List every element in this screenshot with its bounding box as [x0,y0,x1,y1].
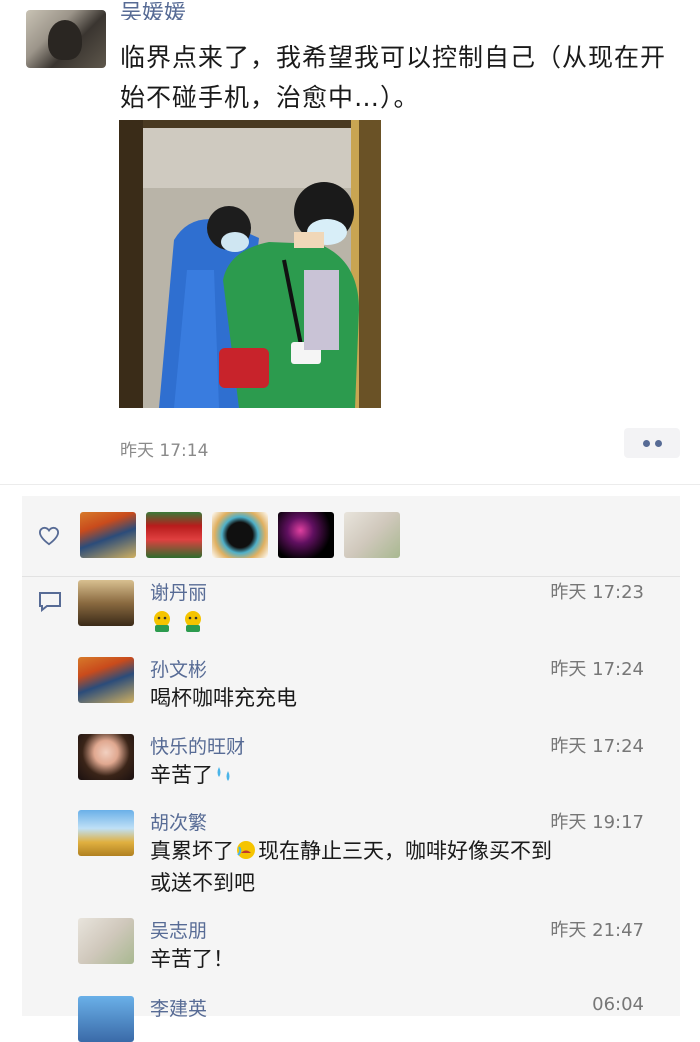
commenter-avatar[interactable] [78,657,134,703]
comment-icon [39,592,61,612]
grin-emoji-icon [154,611,170,632]
comment-author[interactable]: 谢丹丽 [150,578,207,605]
post-time: 昨天 17:14 [120,441,209,461]
commenter-avatar[interactable] [78,734,134,780]
comment-text: 喝杯咖啡充充电 [150,686,297,710]
likes-row [22,496,680,576]
liker-avatar[interactable] [212,512,268,558]
heart-icon [38,526,60,546]
comment-text-part: 现在静止三天，咖啡好像买不到 [258,839,552,863]
divider [0,484,700,485]
comment-text [150,606,670,638]
commenter-avatar[interactable] [78,810,134,856]
comment-text-body: 辛苦了 [150,763,213,787]
commenter-avatar[interactable] [78,918,134,964]
sweat-emoji-icon [217,767,230,781]
comment-time: 昨天 17:24 [550,736,644,757]
comment-time: 昨天 17:24 [550,659,644,680]
commenter-avatar[interactable] [78,996,134,1042]
comment-time: 昨天 17:23 [550,582,644,603]
post-text: 临界点来了，我希望我可以控制自己（从现在开始不碰手机，治愈中…）。 [120,43,667,112]
commenter-avatar[interactable] [78,580,134,626]
dot-icon [642,439,650,447]
liker-avatar[interactable] [146,512,202,558]
panel-divider [22,576,680,577]
comment-time: 06:04 [592,994,644,1015]
liker-avatar[interactable] [344,512,400,558]
grin-emoji-icon [184,611,201,632]
comment-time: 昨天 19:17 [550,812,644,833]
post-photo[interactable] [119,120,381,408]
liker-avatar[interactable] [80,512,136,558]
comment-text-part: 真累坏了 [150,839,234,863]
interaction-panel: 谢丹丽 昨天 17:23 孙文彬 昨天 17:24 喝杯咖啡充充电 快乐的旺财 … [22,496,680,1042]
comment-author[interactable]: 胡次繁 [150,808,207,835]
comment-text: 辛苦了 [150,759,670,791]
dot-icon [654,439,662,447]
comment-text: 辛苦了！ [150,947,234,971]
comment-author[interactable]: 孙文彬 [150,655,207,682]
comment-text-part: 或送不到吧 [150,871,255,895]
liker-avatar[interactable] [278,512,334,558]
comment-author[interactable]: 李建英 [150,994,207,1021]
author-name[interactable]: 吴媛媛 [120,2,186,20]
more-actions-button[interactable] [624,428,680,458]
comment-text: 真累坏了 现在静止三天，咖啡好像买不到 或送不到吧 [150,835,670,899]
crying-emoji-icon [237,841,255,859]
comment-author[interactable]: 吴志朋 [150,916,207,943]
author-avatar[interactable] [26,10,106,68]
comment-time: 昨天 21:47 [550,920,644,941]
comment-author[interactable]: 快乐的旺财 [150,732,245,759]
